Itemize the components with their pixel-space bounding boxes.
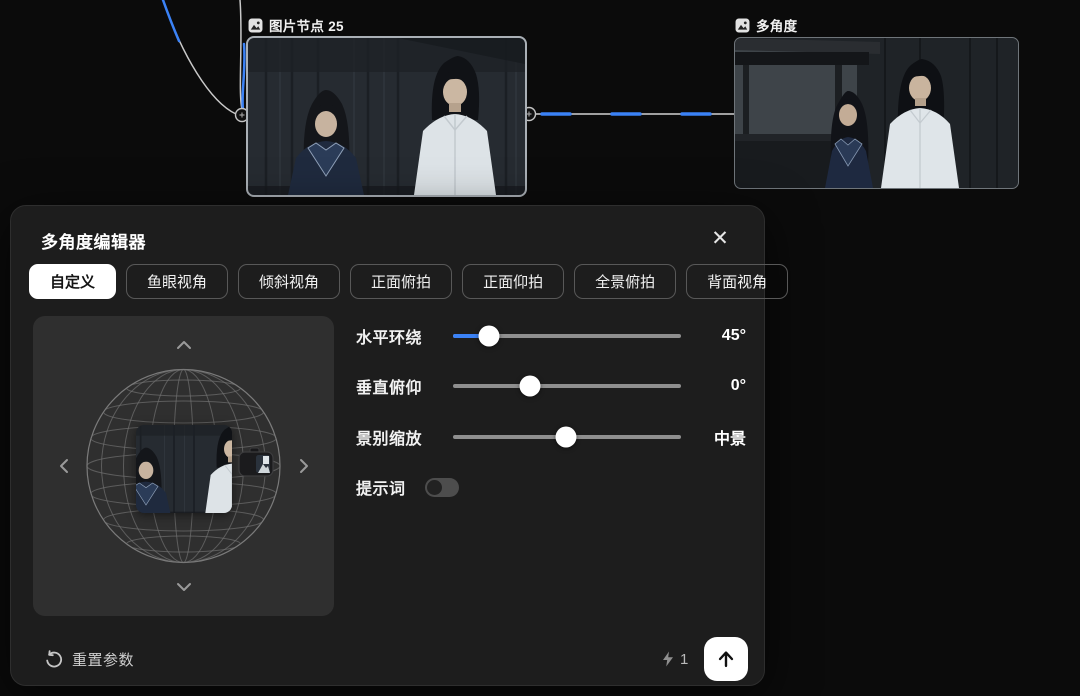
node-header: 多角度 (735, 16, 1018, 34)
tab-front-low[interactable]: 正面仰拍 (462, 264, 564, 299)
slider-track[interactable] (453, 384, 681, 388)
multi-angle-editor-panel: 多角度编辑器 ✕ 自定义 鱼眼视角 倾斜视角 正面俯拍 正面仰拍 全景俯拍 背面… (10, 205, 765, 686)
toggle-label: 提示词 (356, 475, 406, 499)
image-icon (735, 18, 750, 33)
lightning-icon (662, 651, 674, 667)
credit-count: 1 (680, 651, 688, 668)
vertical-pitch-row: 垂直俯仰 0° (356, 374, 746, 398)
input-port[interactable] (236, 109, 249, 122)
horizontal-orbit-slider[interactable] (453, 325, 681, 347)
close-icon[interactable]: ✕ (706, 224, 734, 252)
tab-tilt[interactable]: 倾斜视角 (238, 264, 340, 299)
rotate-ccw-icon (45, 650, 63, 668)
image-icon (248, 18, 263, 33)
node-image-preview[interactable] (735, 38, 1018, 188)
toggle-knob (427, 480, 442, 495)
chevron-left-icon[interactable] (58, 457, 70, 475)
multi-angle-node[interactable]: 多角度 (735, 16, 1018, 188)
node-header: 图片节点 25 (248, 16, 525, 34)
image-node-25[interactable]: 图片节点 25 (248, 16, 525, 195)
node-title: 图片节点 25 (269, 15, 344, 35)
credit-cost: 1 (662, 649, 688, 669)
prompt-toggle-row: 提示词 (356, 475, 459, 499)
chevron-down-icon[interactable] (175, 581, 193, 593)
arrow-up-icon (715, 648, 737, 670)
submit-button[interactable] (704, 637, 748, 681)
sphere-preview[interactable] (33, 316, 334, 616)
slider-label: 垂直俯仰 (356, 374, 453, 398)
tab-fisheye[interactable]: 鱼眼视角 (126, 264, 228, 299)
tab-front-high[interactable]: 正面俯拍 (350, 264, 452, 299)
node-image-preview[interactable] (248, 38, 525, 195)
slider-thumb[interactable] (520, 376, 541, 397)
horizontal-orbit-row: 水平环绕 45° (356, 324, 746, 348)
tab-back-view[interactable]: 背面视角 (686, 264, 788, 299)
slider-label: 水平环绕 (356, 324, 453, 348)
tab-pano-high[interactable]: 全景俯拍 (574, 264, 676, 299)
chevron-up-icon[interactable] (175, 339, 193, 351)
preset-tabs: 自定义 鱼眼视角 倾斜视角 正面俯拍 正面仰拍 全景俯拍 背面视角 (29, 264, 788, 299)
orbit-image-thumbnail[interactable] (136, 425, 232, 513)
prompt-toggle[interactable] (425, 478, 459, 497)
panel-title: 多角度编辑器 (41, 228, 146, 253)
chevron-right-icon[interactable] (298, 457, 310, 475)
slider-thumb[interactable] (479, 326, 500, 347)
camera-widget[interactable] (238, 442, 274, 478)
slider-value: 0° (681, 377, 746, 395)
slider-label: 景别缩放 (356, 425, 453, 449)
reset-params-button[interactable]: 重置参数 (45, 647, 134, 671)
slider-thumb[interactable] (556, 427, 577, 448)
vertical-pitch-slider[interactable] (453, 375, 681, 397)
tab-custom[interactable]: 自定义 (29, 264, 116, 299)
slider-value: 中景 (681, 425, 746, 449)
shot-scale-row: 景别缩放 中景 (356, 425, 746, 449)
reset-label: 重置参数 (72, 649, 134, 670)
node-title: 多角度 (756, 15, 797, 35)
slider-value: 45° (681, 327, 746, 345)
shot-scale-slider[interactable] (453, 426, 681, 448)
